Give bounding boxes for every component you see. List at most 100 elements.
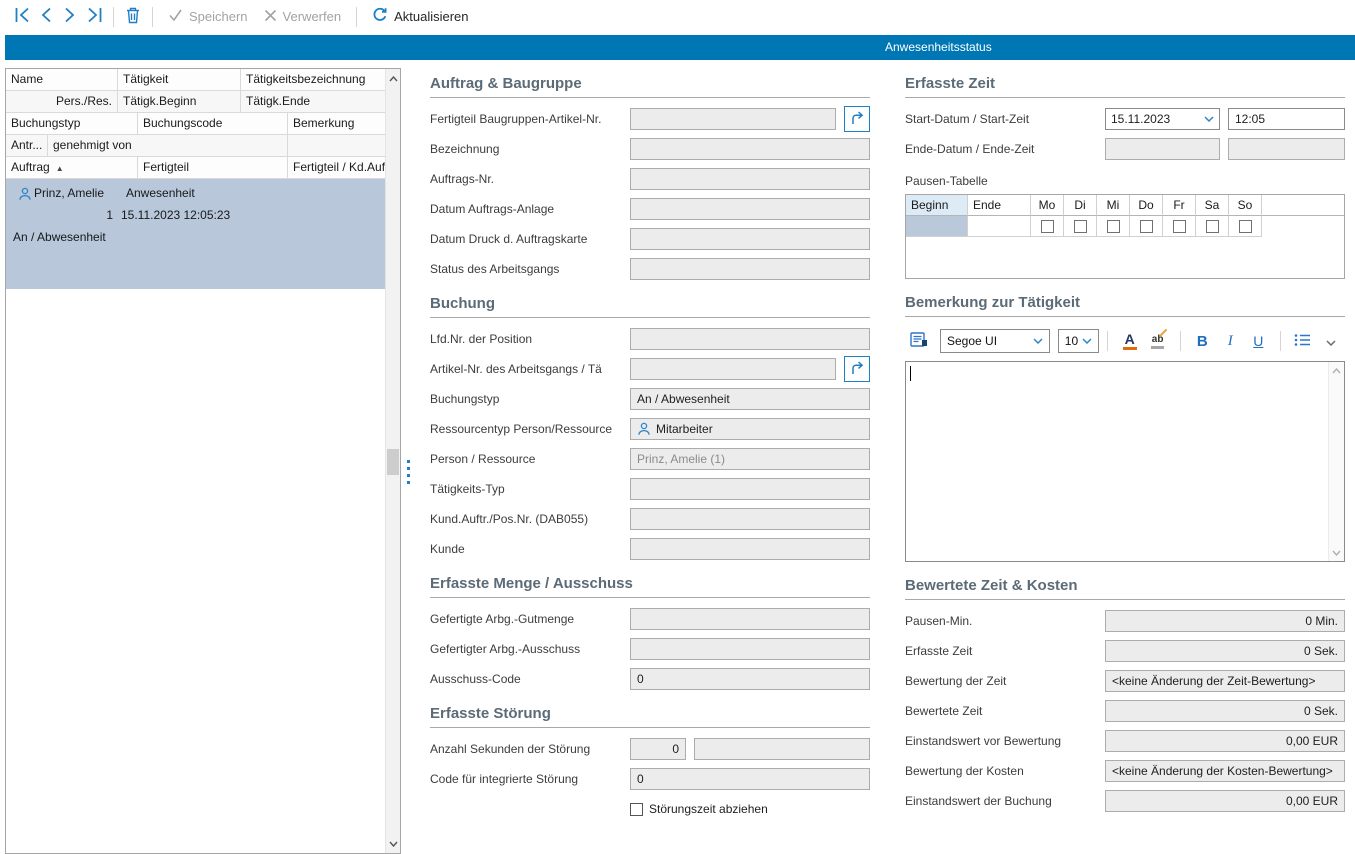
sort-ascending-icon: ▲: [56, 164, 64, 173]
pausen-mo-checkbox[interactable]: [1041, 220, 1054, 233]
underline-button[interactable]: U: [1248, 329, 1268, 353]
pausen-so-checkbox[interactable]: [1239, 220, 1252, 233]
pausen-col-do[interactable]: Do: [1130, 195, 1163, 216]
chevron-down-icon: [1204, 116, 1214, 122]
bullet-list-button[interactable]: [1293, 329, 1313, 353]
chevron-right-icon: [63, 7, 77, 26]
column-header-empty[interactable]: [288, 135, 385, 156]
booking-list-panel: Name Tätigkeit Tätigkeitsbezeichnung Per…: [5, 68, 401, 854]
row-pers-res: 1: [6, 204, 113, 226]
field-label: Kunde: [430, 542, 630, 556]
stoerung-zusatz-field: [694, 738, 870, 760]
pausen-fr-checkbox[interactable]: [1173, 220, 1186, 233]
panel-splitter[interactable]: [407, 460, 410, 484]
italic-button[interactable]: I: [1220, 329, 1240, 353]
start-time-input[interactable]: 12:05: [1228, 108, 1345, 130]
jump-to-arbeitsgang-button[interactable]: [844, 356, 870, 382]
delete-button[interactable]: [121, 5, 145, 29]
scroll-down-icon[interactable]: [386, 836, 400, 851]
highlight-button[interactable]: ab: [1148, 329, 1168, 353]
column-header-name[interactable]: Name: [6, 69, 118, 90]
buchungstyp-field: An / Abwesenheit: [630, 388, 870, 410]
jump-to-artikel-button[interactable]: [844, 106, 870, 132]
status-title-bar: Anwesenheitsstatus: [5, 35, 1355, 60]
stoerungszeit-abziehen-checkbox[interactable]: [630, 803, 643, 816]
start-date-picker[interactable]: 15.11.2023: [1105, 108, 1220, 130]
column-header-genehmigt-von[interactable]: genehmigt von: [48, 135, 288, 156]
chevron-left-icon: [39, 7, 53, 26]
font-color-button[interactable]: A: [1120, 329, 1140, 353]
scroll-up-icon[interactable]: [386, 71, 400, 86]
column-header-taetigkeitsbezeichnung[interactable]: Tätigkeitsbezeichnung: [241, 69, 385, 90]
column-header-auftrag[interactable]: Auftrag▲: [6, 157, 138, 178]
font-size-select[interactable]: 10: [1058, 329, 1099, 353]
field-label: Bewertung der Kosten: [905, 764, 1105, 778]
person-icon: [637, 422, 651, 436]
section-title: Erfasste Störung: [430, 705, 870, 728]
discard-label: Verwerfen: [283, 9, 342, 24]
bold-button[interactable]: B: [1192, 329, 1212, 353]
section-title: Bemerkung zur Tätigkeit: [905, 294, 1345, 317]
save-button[interactable]: Speichern: [166, 8, 250, 25]
ressourcentyp-field: Mitarbeiter: [630, 418, 870, 440]
ausschuss-code-field: 0: [630, 668, 870, 690]
list-scrollbar[interactable]: [385, 69, 400, 853]
column-header-taetigk-beginn[interactable]: Tätigk.Beginn: [118, 91, 241, 112]
scroll-down-icon[interactable]: [1329, 545, 1344, 560]
pausen-mi-checkbox[interactable]: [1107, 220, 1120, 233]
column-header-taetigkeit[interactable]: Tätigkeit: [118, 69, 241, 90]
navigate-previous-button[interactable]: [34, 5, 58, 29]
field-label: Fertigteil Baugruppen-Artikel-Nr.: [430, 112, 630, 126]
navigate-last-icon: [86, 7, 103, 26]
field-label: Auftrags-Nr.: [430, 172, 630, 186]
column-header-taetigk-ende[interactable]: Tätigk.Ende: [241, 91, 385, 112]
pausen-col-ende[interactable]: Ende: [968, 195, 1031, 216]
checkbox-label: Störungszeit abziehen: [649, 802, 768, 816]
pausen-col-sa[interactable]: Sa: [1196, 195, 1229, 216]
section-erfasste-menge: Erfasste Menge / Ausschuss Gefertigte Ar…: [430, 575, 870, 690]
pausen-ende-cell[interactable]: [968, 216, 1031, 237]
navigate-next-button[interactable]: [58, 5, 82, 29]
pausen-col-so[interactable]: So: [1229, 195, 1262, 216]
column-header-buchungscode[interactable]: Buchungscode: [138, 113, 288, 134]
section-erfasste-stoerung: Erfasste Störung Anzahl Sekunden der Stö…: [430, 705, 870, 820]
field-label: Pausen-Min.: [905, 614, 1105, 628]
column-header-bemerkung[interactable]: Bemerkung: [288, 113, 385, 134]
pausen-col-di[interactable]: Di: [1064, 195, 1097, 216]
pausen-min-field: 0 Min.: [1105, 610, 1345, 632]
column-header-antrag[interactable]: Antr...: [6, 135, 48, 156]
pausen-col-mo[interactable]: Mo: [1031, 195, 1064, 216]
bemerkung-textarea[interactable]: [905, 361, 1345, 562]
pausen-col-beginn[interactable]: Beginn: [906, 195, 968, 216]
row-taetig-beginn: 15.11.2023 12:05:23: [121, 204, 230, 226]
selected-booking-row[interactable]: Prinz, Amelie Anwesenheit 1 15.11.2023 1…: [6, 179, 385, 289]
pausen-data-row[interactable]: [906, 216, 1344, 237]
pausen-do-checkbox[interactable]: [1140, 220, 1153, 233]
discard-button[interactable]: Verwerfen: [262, 9, 344, 25]
navigate-first-button[interactable]: [10, 5, 34, 29]
field-label: Ende-Datum / Ende-Zeit: [905, 142, 1105, 156]
column-header-pers-res[interactable]: Pers./Res.: [6, 91, 118, 112]
pausen-header-row: Beginn Ende Mo Di Mi Do Fr Sa So: [906, 195, 1344, 216]
app-window: Speichern Verwerfen Aktualisieren Anwese…: [0, 0, 1355, 854]
font-family-select[interactable]: Segoe UI: [940, 329, 1050, 353]
scrollbar-thumb[interactable]: [387, 449, 399, 475]
pausen-di-checkbox[interactable]: [1074, 220, 1087, 233]
column-header-buchungstyp[interactable]: Buchungstyp: [6, 113, 138, 134]
highlight-icon: ab: [1151, 334, 1165, 349]
pausen-col-mi[interactable]: Mi: [1097, 195, 1130, 216]
scroll-up-icon[interactable]: [1329, 363, 1344, 378]
text-module-button[interactable]: [909, 329, 929, 353]
pausen-col-fr[interactable]: Fr: [1163, 195, 1196, 216]
pausen-beginn-cell[interactable]: [906, 216, 968, 237]
textarea-scrollbar[interactable]: [1328, 362, 1344, 561]
column-header-fertigteil-kdauftrag[interactable]: Fertigteil / Kd.Auftrag: [288, 157, 385, 178]
pausen-sa-checkbox[interactable]: [1206, 220, 1219, 233]
more-options-button[interactable]: [1321, 329, 1341, 353]
refresh-button[interactable]: Aktualisieren: [370, 7, 470, 26]
section-title: Auftrag & Baugruppe: [430, 75, 870, 98]
field-label: Gefertigter Arbg.-Ausschuss: [430, 642, 630, 656]
navigate-last-button[interactable]: [82, 5, 106, 29]
column-header-fertigteil[interactable]: Fertigteil: [138, 157, 288, 178]
field-label: Datum Auftrags-Anlage: [430, 202, 630, 216]
